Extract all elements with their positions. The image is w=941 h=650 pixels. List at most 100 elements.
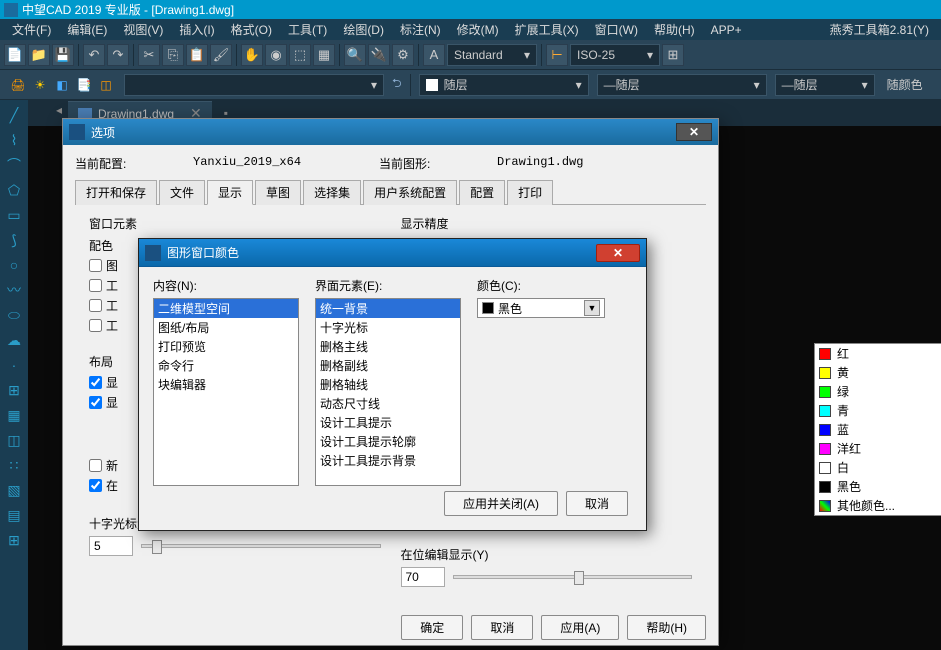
menu-dimension[interactable]: 标注(N): [392, 21, 449, 38]
checkbox[interactable]: [89, 259, 102, 272]
grid-icon[interactable]: ⊞: [3, 529, 25, 551]
sun-icon[interactable]: ☀: [30, 75, 50, 95]
list-item[interactable]: 删格主线: [316, 337, 460, 356]
tab-print[interactable]: 打印: [507, 180, 553, 205]
cut-icon[interactable]: ✂: [138, 44, 160, 66]
slider-track[interactable]: [141, 544, 381, 548]
slider-track[interactable]: [453, 575, 693, 579]
slider-thumb[interactable]: [152, 540, 162, 554]
color-option[interactable]: 黄: [815, 363, 941, 382]
close-button[interactable]: ✕: [596, 244, 640, 262]
list-item[interactable]: 统一背景: [316, 299, 460, 318]
tab-profile[interactable]: 配置: [459, 180, 505, 205]
checkbox[interactable]: [89, 299, 102, 312]
help-button[interactable]: 帮助(H): [627, 615, 706, 640]
list-item[interactable]: 二维模型空间: [154, 299, 298, 318]
list-item[interactable]: 命令行: [154, 356, 298, 375]
dim-style-dropdown[interactable]: ISO-25▾: [570, 44, 660, 66]
ok-button[interactable]: 确定: [401, 615, 463, 640]
menu-modify[interactable]: 修改(M): [449, 21, 507, 38]
pan-icon[interactable]: ✋: [241, 44, 263, 66]
tab-nav-left-icon[interactable]: ◂: [56, 103, 62, 117]
tab-open-save[interactable]: 打开和保存: [75, 180, 157, 205]
menu-yanxiu[interactable]: 燕秀工具箱2.81(Y): [822, 21, 937, 38]
dropdown-arrow-icon[interactable]: ▼: [584, 300, 600, 316]
layer-prev-icon[interactable]: ⮌: [392, 74, 402, 95]
content-listbox[interactable]: 二维模型空间 图纸/布局 打印预览 命令行 块编辑器: [153, 298, 299, 486]
color-option[interactable]: 青: [815, 401, 941, 420]
spline-icon[interactable]: 〰: [3, 279, 25, 301]
layer-icon[interactable]: ◫: [96, 75, 116, 95]
checkbox[interactable]: [89, 396, 102, 409]
tool-icon[interactable]: ◉: [265, 44, 287, 66]
tab-file[interactable]: 文件: [159, 180, 205, 205]
menu-draw[interactable]: 绘图(D): [335, 21, 392, 38]
redo-icon[interactable]: ↷: [107, 44, 129, 66]
arc-icon[interactable]: ⌒: [3, 154, 25, 176]
menu-express[interactable]: 扩展工具(X): [507, 21, 587, 38]
checkbox[interactable]: [89, 479, 102, 492]
tool-icon[interactable]: 🔌: [368, 44, 390, 66]
match-icon[interactable]: 🖌: [210, 44, 232, 66]
inplace-input[interactable]: [401, 567, 445, 587]
layer-current-dropdown[interactable]: ▾: [124, 74, 384, 96]
slider-thumb[interactable]: [574, 571, 584, 585]
checkbox[interactable]: [89, 376, 102, 389]
checkbox[interactable]: [89, 459, 102, 472]
cancel-button[interactable]: 取消: [471, 615, 533, 640]
zoom-icon[interactable]: 🔍: [344, 44, 366, 66]
text-style-dropdown[interactable]: Standard▾: [447, 44, 537, 66]
list-item[interactable]: 删格轴线: [316, 375, 460, 394]
color-icon[interactable]: ◧: [52, 75, 72, 95]
tool-icon[interactable]: ⬚: [289, 44, 311, 66]
menu-app[interactable]: APP+: [703, 23, 750, 37]
copy-icon[interactable]: ⎘: [162, 44, 184, 66]
point-icon[interactable]: ·: [3, 354, 25, 376]
color-option[interactable]: 其他颜色...: [815, 496, 941, 515]
undo-icon[interactable]: ↶: [83, 44, 105, 66]
list-item[interactable]: 块编辑器: [154, 375, 298, 394]
checkbox[interactable]: [89, 319, 102, 332]
paste-icon[interactable]: 📋: [186, 44, 208, 66]
menu-tools[interactable]: 工具(T): [280, 21, 335, 38]
save-icon[interactable]: 💾: [52, 44, 74, 66]
line-icon[interactable]: ╱: [3, 104, 25, 126]
table-icon[interactable]: ▤: [3, 504, 25, 526]
close-button[interactable]: ✕: [676, 123, 712, 141]
menu-format[interactable]: 格式(O): [223, 21, 280, 38]
menu-window[interactable]: 窗口(W): [587, 21, 646, 38]
color-option[interactable]: 黑色: [815, 477, 941, 496]
list-item[interactable]: 动态尺寸线: [316, 394, 460, 413]
list-item[interactable]: 设计工具提示轮廓: [316, 432, 460, 451]
cloud-icon[interactable]: ☁: [3, 329, 25, 351]
tab-draft[interactable]: 草图: [255, 180, 301, 205]
dim-style-icon[interactable]: ⊢: [546, 44, 568, 66]
color-bylayer-dropdown[interactable]: 随层▾: [419, 74, 589, 96]
menu-help[interactable]: 帮助(H): [646, 21, 703, 38]
color-combobox[interactable]: 黑色 ▼: [477, 298, 605, 318]
menu-file[interactable]: 文件(F): [4, 21, 59, 38]
ui-elements-listbox[interactable]: 统一背景 十字光标 删格主线 删格副线 删格轴线 动态尺寸线 设计工具提示 设计…: [315, 298, 461, 486]
tab-display[interactable]: 显示: [207, 180, 253, 205]
circle-icon[interactable]: ○: [3, 254, 25, 276]
scatter-icon[interactable]: ∷: [3, 454, 25, 476]
hatch-icon[interactable]: ▦: [3, 404, 25, 426]
color-option[interactable]: 洋红: [815, 439, 941, 458]
apply-button[interactable]: 应用(A): [541, 615, 619, 640]
menu-insert[interactable]: 插入(I): [171, 21, 222, 38]
tool-icon[interactable]: ⊞: [662, 44, 684, 66]
gradient-icon[interactable]: ◫: [3, 429, 25, 451]
menu-view[interactable]: 视图(V): [115, 21, 171, 38]
by-color-label[interactable]: 随颜色: [883, 76, 927, 93]
region-icon[interactable]: ▧: [3, 479, 25, 501]
menu-edit[interactable]: 编辑(E): [59, 21, 115, 38]
tool-icon[interactable]: ▦: [313, 44, 335, 66]
color-option[interactable]: 红: [815, 344, 941, 363]
text-style-icon[interactable]: A: [423, 44, 445, 66]
arc2-icon[interactable]: ⟆: [3, 229, 25, 251]
list-item[interactable]: 十字光标: [316, 318, 460, 337]
color-option[interactable]: 蓝: [815, 420, 941, 439]
polygon-icon[interactable]: ⬠: [3, 179, 25, 201]
open-icon[interactable]: 📁: [28, 44, 50, 66]
polyline-icon[interactable]: ⌇: [3, 129, 25, 151]
